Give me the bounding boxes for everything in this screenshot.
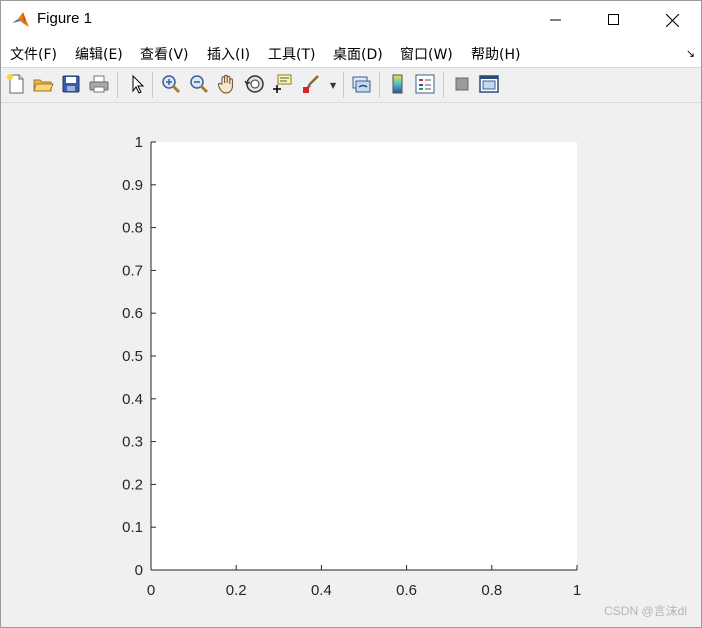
x-tick-label: 1 bbox=[573, 582, 581, 599]
menu-view[interactable]: 查看(V) bbox=[140, 44, 189, 64]
y-tick-label: 0.9 bbox=[122, 177, 143, 194]
y-tick-label: 0.5 bbox=[122, 348, 143, 365]
x-tick-label: 0.8 bbox=[481, 582, 502, 599]
rotate-3d-icon[interactable] bbox=[244, 73, 266, 95]
x-tick-label: 0.6 bbox=[396, 582, 417, 599]
menu-window[interactable]: 窗口(W) bbox=[400, 44, 453, 64]
maximize-icon bbox=[608, 14, 619, 25]
close-button[interactable] bbox=[643, 1, 701, 39]
close-icon bbox=[665, 13, 679, 27]
new-figure-icon[interactable] bbox=[5, 73, 27, 95]
plot-area bbox=[151, 142, 577, 570]
figure-toolbar: ▼ bbox=[1, 68, 701, 103]
zoom-in-icon[interactable] bbox=[160, 73, 182, 95]
minimize-icon bbox=[550, 19, 561, 21]
hide-plot-tools-icon[interactable] bbox=[451, 73, 473, 95]
figure-window: Figure 1 文件(F) 编辑(E) 查看(V) 插入(I) 工具(T) 桌… bbox=[0, 0, 702, 628]
axes[interactable]: 0 0.2 0.4 0.6 0.8 1 0 0.1 0.2 0.3 0.4 0.5 0.6 0.7 0.8 0… bbox=[1, 103, 701, 627]
menu-bar: 文件(F) 编辑(E) 查看(V) 插入(I) 工具(T) 桌面(D) 窗口(W… bbox=[1, 39, 701, 68]
data-cursor-icon[interactable] bbox=[271, 73, 293, 95]
y-tick-label: 0 bbox=[135, 562, 143, 579]
minimize-button[interactable] bbox=[527, 1, 585, 39]
menu-tools[interactable]: 工具(T) bbox=[268, 44, 315, 64]
menu-help[interactable]: 帮助(H) bbox=[471, 44, 520, 64]
x-tick-label: 0.4 bbox=[311, 582, 332, 599]
y-tick-label: 1 bbox=[135, 134, 143, 151]
menu-insert[interactable]: 插入(I) bbox=[207, 44, 250, 64]
y-tick-label: 0.3 bbox=[122, 434, 143, 451]
menu-edit[interactable]: 编辑(E) bbox=[75, 44, 123, 64]
window-title: Figure 1 bbox=[37, 10, 93, 27]
y-tick-label: 0.6 bbox=[122, 305, 143, 322]
menu-file[interactable]: 文件(F) bbox=[10, 44, 57, 64]
save-icon[interactable] bbox=[60, 73, 82, 95]
link-plot-icon[interactable] bbox=[350, 73, 372, 95]
brush-dropdown-icon[interactable]: ▼ bbox=[330, 81, 336, 90]
y-tick-label: 0.1 bbox=[122, 519, 143, 536]
figure-canvas[interactable]: 0 0.2 0.4 0.6 0.8 1 0 0.1 0.2 0.3 0.4 0.5 0.6 0.7 0.8 0… bbox=[1, 103, 701, 627]
maximize-button[interactable] bbox=[585, 1, 643, 39]
watermark: CSDN @言沫dl bbox=[604, 604, 687, 618]
open-file-icon[interactable] bbox=[32, 73, 54, 95]
menu-desktop[interactable]: 桌面(D) bbox=[333, 44, 383, 64]
matlab-logo-icon bbox=[11, 10, 31, 30]
print-icon[interactable] bbox=[88, 73, 110, 95]
y-tick-label: 0.8 bbox=[122, 220, 143, 237]
x-tick-label: 0.2 bbox=[226, 582, 247, 599]
y-tick-label: 0.2 bbox=[122, 476, 143, 493]
legend-icon[interactable] bbox=[414, 73, 436, 95]
toolbar-separator bbox=[343, 72, 344, 98]
colorbar-icon[interactable] bbox=[387, 73, 409, 95]
x-tick-label: 0 bbox=[147, 582, 155, 599]
toolbar-separator bbox=[379, 72, 380, 98]
toolbar-separator bbox=[152, 72, 153, 98]
dock-arrow-icon[interactable]: ↘ bbox=[686, 47, 695, 60]
brush-icon[interactable] bbox=[300, 73, 322, 95]
pan-hand-icon[interactable] bbox=[216, 73, 238, 95]
toolbar-separator bbox=[443, 72, 444, 98]
edit-plot-arrow-icon[interactable] bbox=[126, 73, 148, 95]
y-tick-label: 0.4 bbox=[122, 391, 143, 408]
title-bar[interactable]: Figure 1 bbox=[1, 1, 701, 39]
zoom-out-icon[interactable] bbox=[188, 73, 210, 95]
toolbar-separator bbox=[117, 72, 118, 98]
y-tick-label: 0.7 bbox=[122, 262, 143, 279]
show-plot-tools-icon[interactable] bbox=[478, 73, 500, 95]
